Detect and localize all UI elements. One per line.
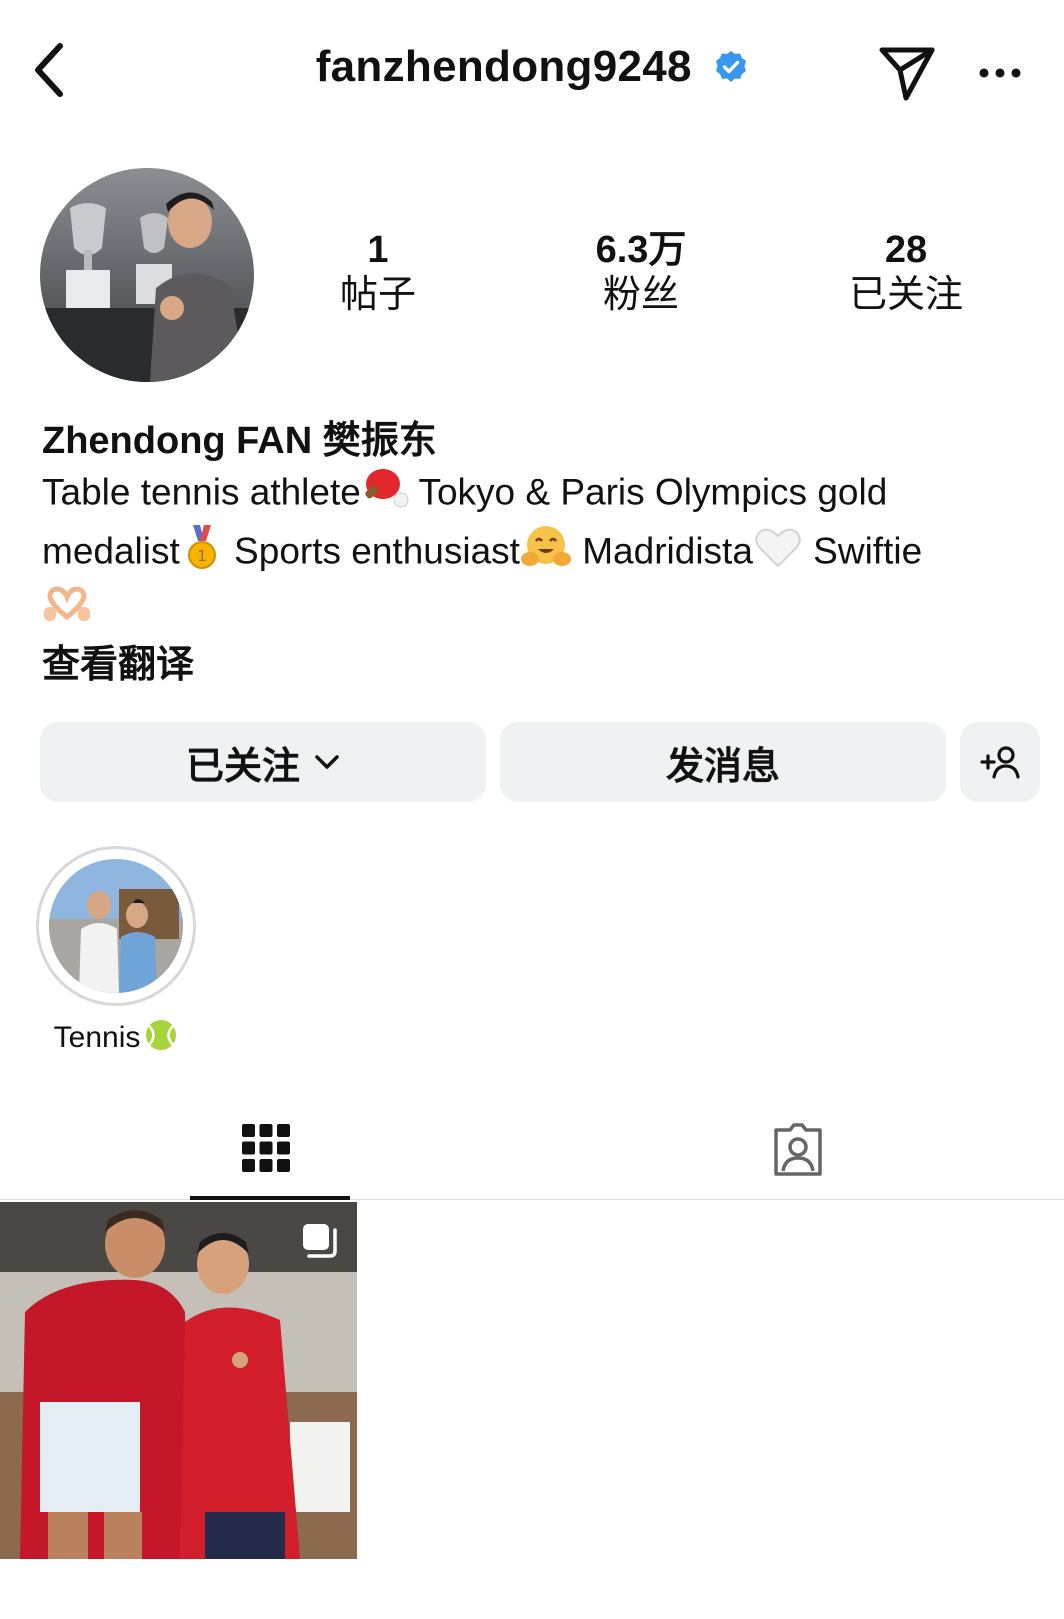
highlight-ring xyxy=(36,846,196,1006)
add-person-button[interactable] xyxy=(960,722,1040,802)
tennis-ball-icon xyxy=(144,1018,178,1060)
stat-posts[interactable]: 1 帖子 xyxy=(278,228,478,318)
active-tab-indicator xyxy=(190,1196,350,1200)
paper-plane-icon[interactable] xyxy=(878,44,936,102)
highlight-label: Tennis xyxy=(36,1018,196,1060)
top-bar: fanzhendong9248 xyxy=(0,0,1064,150)
more-dots-icon[interactable] xyxy=(978,58,1022,88)
post-thumbnail[interactable] xyxy=(0,1202,357,1559)
grid-icon xyxy=(240,1122,292,1179)
bio-text-2b: Sports enthusiast xyxy=(223,530,520,572)
multiple-posts-icon xyxy=(299,1220,339,1265)
verified-badge-icon xyxy=(714,50,748,84)
svg-text:1: 1 xyxy=(197,547,207,565)
see-translation-link[interactable]: 查看翻译 xyxy=(42,640,1042,690)
stat-followers[interactable]: 6.3万 粉丝 xyxy=(541,228,741,318)
bio-line-1: Table tennis athlete Tokyo & Paris Olymp… xyxy=(42,466,1042,523)
story-highlight[interactable]: Tennis xyxy=(36,846,196,1060)
bio-text-1: Table tennis athlete xyxy=(42,471,361,513)
followers-label: 粉丝 xyxy=(602,274,679,316)
message-button[interactable]: 发消息 xyxy=(500,722,946,802)
bio-text-2d: Swiftie xyxy=(802,530,923,572)
chevron-down-icon xyxy=(314,754,340,770)
avatar[interactable] xyxy=(40,168,254,382)
posts-label: 帖子 xyxy=(339,274,416,316)
heart-hands-icon xyxy=(42,585,92,638)
message-button-label: 发消息 xyxy=(665,745,780,788)
bio-text-2a: medalist xyxy=(42,530,180,572)
tab-tagged[interactable] xyxy=(532,1108,1064,1200)
following-button[interactable]: 已关注 xyxy=(40,722,486,802)
tagged-person-icon xyxy=(770,1122,826,1183)
white-heart-icon xyxy=(753,524,803,583)
profile-page: fanzhendong9248 1 帖子 6.3万 粉丝 28 已关注 Zhen… xyxy=(0,0,1064,1619)
tab-posts-grid[interactable] xyxy=(0,1108,532,1200)
followers-count: 6.3万 xyxy=(595,229,687,271)
following-count: 28 xyxy=(884,229,928,271)
bio-text-1b: Tokyo & Paris Olympics gold xyxy=(408,471,888,513)
bio-text-2c: Madridista xyxy=(571,530,753,572)
add-person-icon xyxy=(979,744,1021,780)
highlight-label-text: Tennis xyxy=(53,1020,141,1054)
following-label: 已关注 xyxy=(848,274,963,316)
bio-line-3 xyxy=(42,584,1042,638)
gold-medal-icon: 1 xyxy=(180,523,224,584)
ping-pong-icon xyxy=(361,466,409,523)
following-button-label: 已关注 xyxy=(185,745,300,788)
display-name: Zhendong FAN 樊振东 xyxy=(42,420,437,462)
posts-count: 1 xyxy=(367,229,389,271)
username: fanzhendong9248 xyxy=(315,42,692,91)
profile-tabs xyxy=(0,1108,1064,1200)
bio: Zhendong FAN 樊振东 Table tennis athlete To… xyxy=(42,416,1042,690)
stat-following[interactable]: 28 已关注 xyxy=(806,228,1006,318)
hugging-face-icon xyxy=(520,523,572,584)
highlight-thumbnail xyxy=(49,859,183,993)
bio-line-2: medalist 1 Sports enthusiast Madridista S… xyxy=(42,523,1042,584)
